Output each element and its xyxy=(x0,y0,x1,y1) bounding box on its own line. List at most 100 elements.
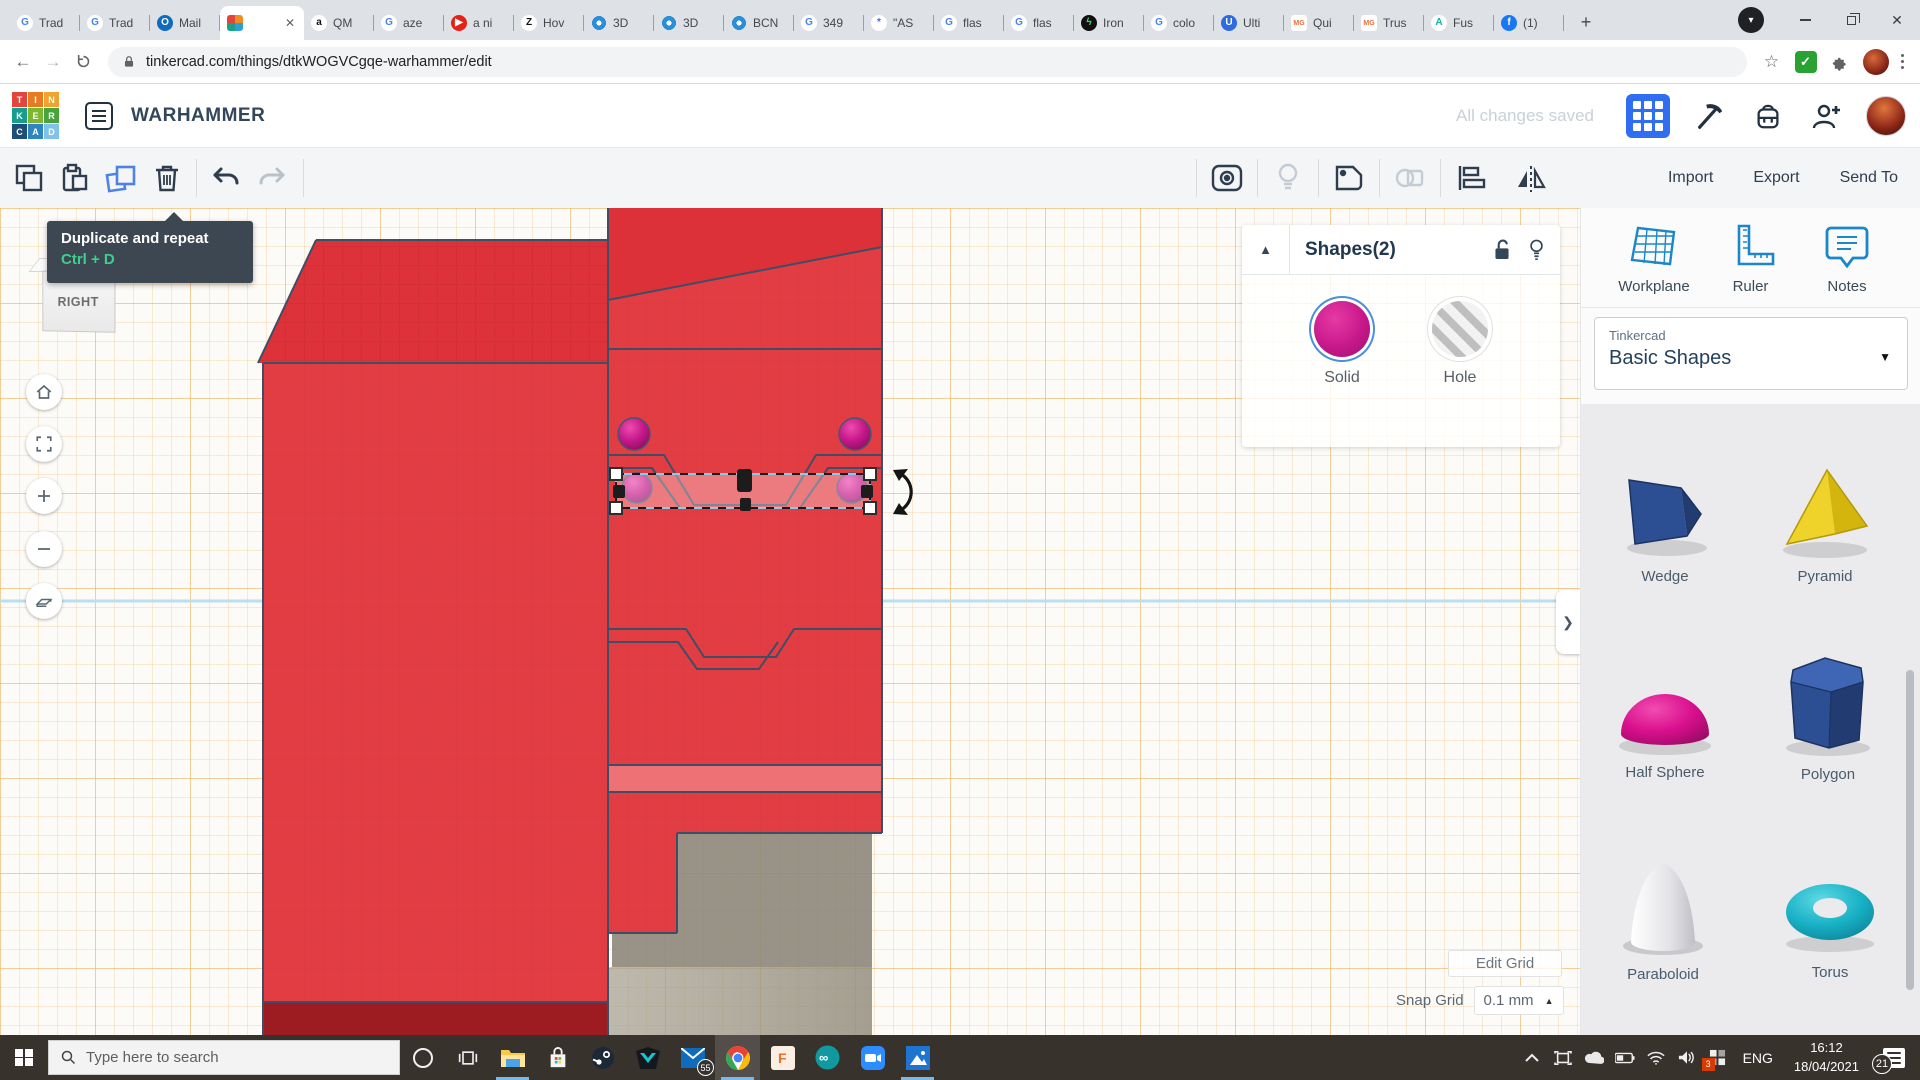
shape-half-sphere[interactable]: Half Sphere xyxy=(1607,662,1723,781)
browser-tab[interactable]: BCN ✕ xyxy=(724,6,794,40)
design-menu-icon[interactable] xyxy=(85,102,113,130)
dashboard-grid-button[interactable] xyxy=(1626,94,1670,138)
microsoft-store-button[interactable] xyxy=(535,1035,580,1080)
paste-button[interactable] xyxy=(52,155,98,201)
wifi-icon[interactable] xyxy=(1644,1046,1668,1070)
close-button[interactable]: ✕ xyxy=(1874,0,1920,40)
browser-tab[interactable]: ▶ a ni ✕ xyxy=(444,6,514,40)
gallery-scrollbar[interactable] xyxy=(1906,670,1914,990)
tray-expand-chevron-icon[interactable] xyxy=(1520,1046,1544,1070)
visibility-bulb-icon[interactable] xyxy=(1529,239,1544,261)
hole-option[interactable]: Hole xyxy=(1432,301,1488,447)
browser-tab[interactable]: U Ulti ✕ xyxy=(1214,6,1284,40)
url-bar[interactable]: tinkercad.com/things/dtkWOGVCgqe-warhamm… xyxy=(108,47,1747,77)
browser-tab[interactable]: O Mail ✕ xyxy=(150,6,220,40)
start-button[interactable] xyxy=(0,1035,48,1080)
send-to-button[interactable]: Send To xyxy=(1840,169,1898,187)
delete-button[interactable] xyxy=(144,155,190,201)
steam-button[interactable] xyxy=(580,1035,625,1080)
rotate-handle[interactable] xyxy=(893,469,911,515)
browser-tab[interactable]: MG Trus ✕ xyxy=(1354,6,1424,40)
shape-polygon[interactable]: Polygon xyxy=(1773,648,1883,783)
browser-tab[interactable]: ϟ Iron ✕ xyxy=(1074,6,1144,40)
solid-option[interactable]: Solid xyxy=(1314,301,1370,447)
extension-check-icon[interactable]: ✓ xyxy=(1795,51,1817,73)
undo-button[interactable] xyxy=(203,155,249,201)
battery-icon[interactable] xyxy=(1613,1046,1637,1070)
mail-button[interactable]: 55 xyxy=(670,1035,715,1080)
browser-tab[interactable]: G Trad ✕ xyxy=(10,6,80,40)
photos-button[interactable] xyxy=(895,1035,940,1080)
browser-tab[interactable]: G flas ✕ xyxy=(1004,6,1074,40)
account-avatar[interactable] xyxy=(1866,96,1906,136)
browser-tab[interactable]: Z Hov ✕ xyxy=(514,6,584,40)
selection-box[interactable] xyxy=(610,468,876,514)
search-input[interactable] xyxy=(86,1049,356,1066)
browser-tab[interactable]: f (1) ✕ xyxy=(1494,6,1564,40)
bookmark-star-icon[interactable]: ☆ xyxy=(1757,47,1787,77)
browser-profile-avatar[interactable] xyxy=(1863,49,1889,75)
backpack-icon[interactable] xyxy=(1750,98,1786,134)
clock[interactable]: 16:12 18/04/2021 xyxy=(1786,1039,1867,1077)
onedrive-icon[interactable] xyxy=(1582,1046,1606,1070)
browser-menu-icon[interactable] xyxy=(1897,50,1909,74)
reload-button[interactable] xyxy=(68,47,98,77)
minecraft-pickaxe-icon[interactable] xyxy=(1692,98,1728,134)
chrome-button[interactable] xyxy=(715,1035,760,1080)
workplane-tool[interactable]: Workplane xyxy=(1609,222,1699,295)
redo-button[interactable] xyxy=(249,155,295,201)
browser-tab[interactable]: ✕ xyxy=(220,6,304,40)
hide-selected-button[interactable] xyxy=(1258,155,1318,201)
sidebar-collapse-handle[interactable]: ❯ xyxy=(1556,590,1580,654)
show-all-button[interactable] xyxy=(1197,155,1257,201)
browser-tab[interactable]: G colo ✕ xyxy=(1144,6,1214,40)
snap-grid-select[interactable]: 0.1 mm ▲ xyxy=(1474,986,1564,1015)
ruler-tool[interactable]: Ruler xyxy=(1706,222,1796,295)
notification-center-button[interactable]: 21 xyxy=(1874,1035,1914,1080)
task-view-button[interactable] xyxy=(445,1035,490,1080)
zoom-in-button[interactable] xyxy=(26,478,62,514)
browser-tab[interactable]: A Fus ✕ xyxy=(1424,6,1494,40)
notes-tool[interactable]: Notes xyxy=(1802,222,1892,295)
language-indicator[interactable]: ENG xyxy=(1737,1050,1779,1066)
cortana-button[interactable] xyxy=(400,1035,445,1080)
hole-swatch[interactable] xyxy=(1432,301,1488,357)
shape-paraboloid[interactable]: Paraboloid xyxy=(1611,856,1715,983)
browser-tab[interactable]: G flas ✕ xyxy=(934,6,1004,40)
tray-app-icon[interactable]: 3 xyxy=(1706,1046,1730,1070)
shape-wedge[interactable]: Wedge xyxy=(1611,466,1719,585)
tab-close-icon[interactable]: ✕ xyxy=(283,16,297,30)
arduino-button[interactable]: ∞ xyxy=(805,1035,850,1080)
tray-cast-icon[interactable] xyxy=(1551,1046,1575,1070)
home-view-button[interactable] xyxy=(26,374,62,410)
design-title[interactable]: WARHAMMER xyxy=(131,105,265,127)
invite-person-icon[interactable] xyxy=(1808,98,1844,134)
unlock-icon[interactable] xyxy=(1493,239,1511,261)
file-explorer-button[interactable] xyxy=(490,1035,535,1080)
back-button[interactable]: ← xyxy=(8,47,38,77)
shape-pyramid[interactable]: Pyramid xyxy=(1771,462,1879,585)
duplicate-button[interactable] xyxy=(98,155,144,201)
fusion360-button[interactable]: F xyxy=(760,1035,805,1080)
shape-torus[interactable]: Torus xyxy=(1777,870,1883,981)
align-button[interactable] xyxy=(1441,155,1501,201)
copy-button[interactable] xyxy=(6,155,52,201)
zoom-button[interactable] xyxy=(850,1035,895,1080)
predator-button[interactable] xyxy=(625,1035,670,1080)
red-slab-left[interactable] xyxy=(258,240,608,1035)
maximize-button[interactable] xyxy=(1828,0,1874,40)
zoom-out-button[interactable] xyxy=(26,531,62,567)
export-button[interactable]: Export xyxy=(1753,169,1799,187)
fit-view-button[interactable] xyxy=(26,426,62,462)
browser-tab[interactable]: G Trad ✕ xyxy=(80,6,150,40)
group-button[interactable] xyxy=(1380,155,1440,201)
browser-tab[interactable]: * "AS ✕ xyxy=(864,6,934,40)
edit-grid-button[interactable]: Edit Grid xyxy=(1448,950,1562,977)
model-canvas[interactable]: RIGHT Duplicate and repeat Ctrl + D ▲ Sh… xyxy=(0,208,1580,1035)
import-button[interactable]: Import xyxy=(1668,169,1713,187)
create-shape-label-button[interactable] xyxy=(1319,155,1379,201)
tinkercad-logo[interactable]: TINKERCAD xyxy=(12,92,59,139)
solid-color-swatch[interactable] xyxy=(1314,301,1370,357)
extensions-puzzle-icon[interactable] xyxy=(1825,47,1855,77)
browser-tab[interactable]: G aze ✕ xyxy=(374,6,444,40)
